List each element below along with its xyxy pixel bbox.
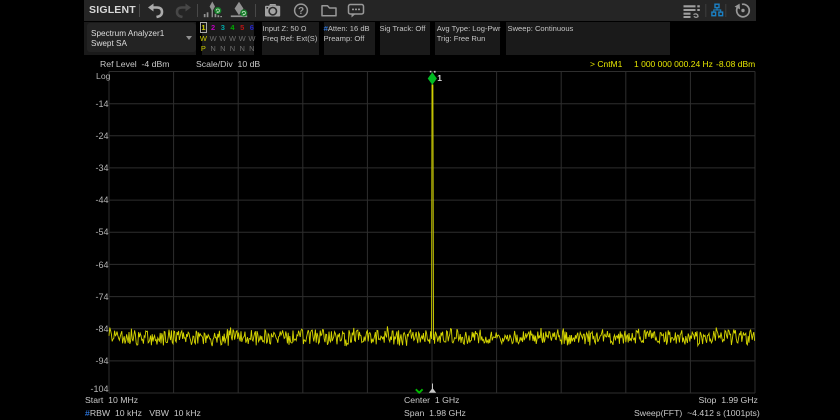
svg-text:1: 1 <box>437 73 442 83</box>
